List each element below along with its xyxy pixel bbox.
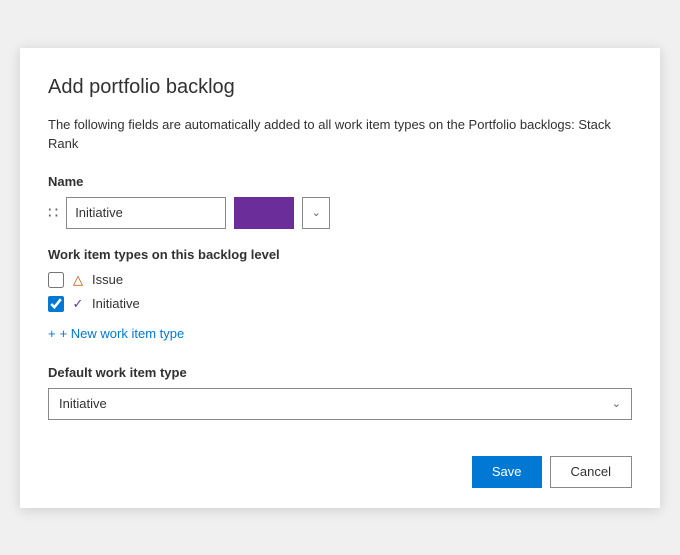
initiative-checkbox[interactable]	[48, 296, 64, 312]
list-item: △ Issue	[48, 272, 632, 288]
dialog-footer: Save Cancel	[48, 432, 632, 488]
add-portfolio-backlog-dialog: Add portfolio backlog The following fiel…	[20, 48, 660, 508]
dialog-title: Add portfolio backlog	[48, 76, 632, 99]
issue-label[interactable]: Issue	[92, 272, 123, 287]
default-dropdown-value: Initiative	[59, 396, 107, 411]
list-item: ✓ Initiative	[48, 296, 632, 312]
add-work-item-type-link[interactable]: + + New work item type	[48, 326, 632, 341]
initiative-icon: ✓	[70, 296, 86, 312]
color-swatch-button[interactable]	[234, 197, 294, 229]
default-work-item-dropdown[interactable]: Initiative ⌄	[48, 388, 632, 420]
plus-icon: +	[48, 326, 56, 341]
chevron-down-icon: ⌄	[612, 397, 621, 410]
initiative-label[interactable]: Initiative	[92, 296, 140, 311]
chevron-down-icon: ⌄	[312, 206, 321, 219]
cancel-button[interactable]: Cancel	[550, 456, 632, 488]
work-item-types-label: Work item types on this backlog level	[48, 247, 632, 262]
save-button[interactable]: Save	[472, 456, 542, 488]
name-input[interactable]	[66, 197, 226, 229]
name-label: Name	[48, 174, 632, 189]
drag-handle-icon[interactable]: ∷	[48, 203, 58, 223]
default-work-item-label: Default work item type	[48, 365, 632, 380]
color-dropdown-button[interactable]: ⌄	[302, 197, 330, 229]
dialog-description: The following fields are automatically a…	[48, 115, 632, 154]
work-item-types-list: △ Issue ✓ Initiative	[48, 272, 632, 312]
issue-checkbox[interactable]	[48, 272, 64, 288]
add-work-item-type-label: + New work item type	[60, 326, 185, 341]
issue-icon: △	[70, 272, 86, 288]
name-row: ∷ ⌄	[48, 197, 632, 229]
